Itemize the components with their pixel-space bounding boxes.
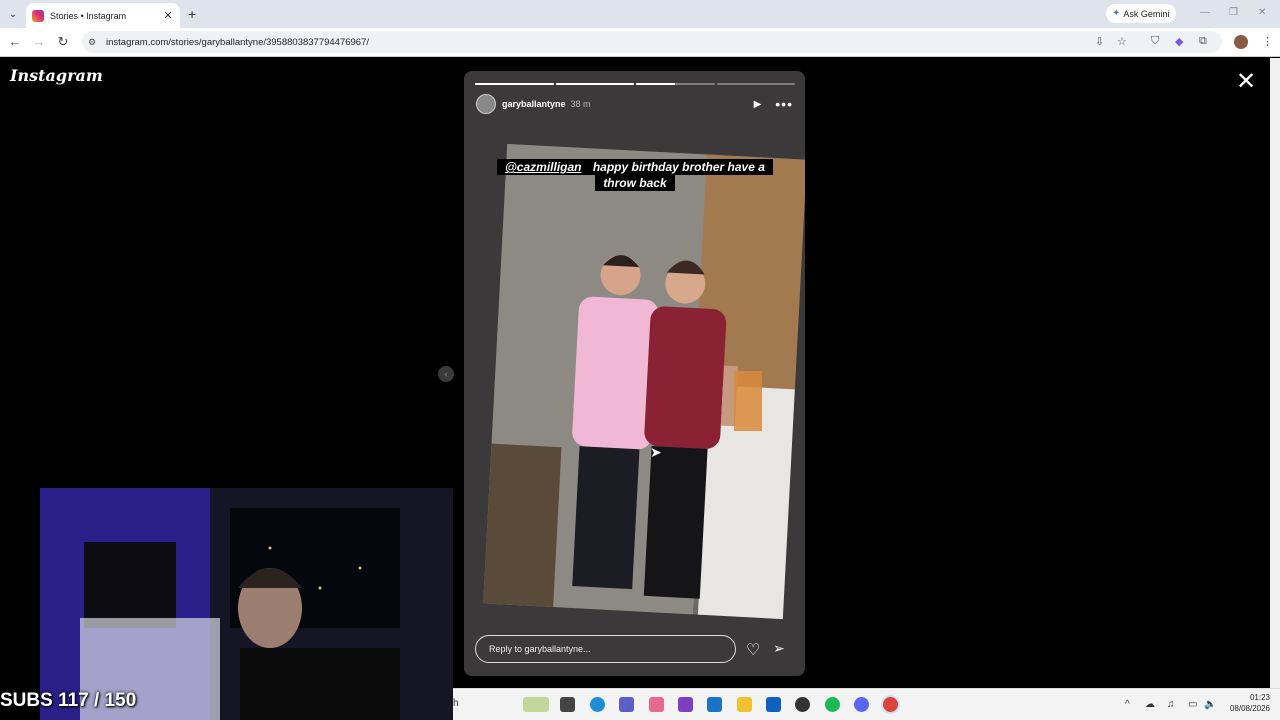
tray-chevron-icon[interactable]: ^ <box>1125 699 1130 710</box>
url-text[interactable]: instagram.com/stories/garyballantyne/395… <box>106 37 369 48</box>
search-box-fragment[interactable]: h <box>453 698 459 709</box>
play-icon[interactable]: ▶ <box>754 99 762 110</box>
story-viewer[interactable]: garyballantyne 38 m ▶ ••• @cazmilligan h… <box>464 71 805 676</box>
story-username[interactable]: garyballantyne <box>502 99 566 109</box>
install-app-icon[interactable]: ⇩ <box>1095 35 1104 48</box>
clock-date: 08/08/2026 <box>1229 704 1270 713</box>
progress-segment <box>636 83 715 85</box>
caption-text: happy birthday brother have a throw back <box>585 159 769 191</box>
reload-icon[interactable]: ↻ <box>55 34 71 50</box>
close-story-icon[interactable]: ✕ <box>1236 70 1256 94</box>
search-highlight-icon[interactable] <box>523 697 549 712</box>
more-options-icon[interactable]: ••• <box>775 96 793 112</box>
back-icon[interactable]: ← <box>7 34 23 49</box>
browser-toolbar: ← → ↻ ⚙ instagram.com/stories/garyballan… <box>0 28 1280 57</box>
user-avatar[interactable] <box>476 94 496 114</box>
window-close-icon[interactable]: ✕ <box>1258 7 1266 18</box>
puzzle-extensions-icon[interactable]: ⧉ <box>1199 35 1207 48</box>
bookmark-star-icon[interactable]: ☆ <box>1117 35 1127 48</box>
progress-segment <box>475 83 554 85</box>
chrome-menu-icon[interactable]: ⋮ <box>1262 35 1273 48</box>
office-icon[interactable] <box>678 697 693 712</box>
tab-title: Stories • Instagram <box>50 10 127 21</box>
new-tab-button[interactable]: + <box>188 6 196 22</box>
page-scrollbar[interactable] <box>1270 58 1280 688</box>
heart-icon[interactable]: ♡ <box>746 640 760 660</box>
minimize-icon[interactable]: — <box>1200 7 1210 18</box>
reply-input[interactable]: Reply to garyballantyne... <box>475 635 736 663</box>
tab-close-icon[interactable]: ✕ <box>162 9 174 22</box>
story-time: 38 m <box>570 99 591 109</box>
extension-icon[interactable]: ◆ <box>1175 35 1183 48</box>
previous-story-icon[interactable]: ‹ <box>438 366 454 382</box>
instagram-favicon-icon <box>32 9 44 22</box>
shield-extension-icon[interactable]: ⛉ <box>1151 35 1159 48</box>
restore-icon[interactable]: ❐ <box>1229 7 1238 18</box>
microphone-icon[interactable]: ♫ <box>1167 699 1175 710</box>
network-icon[interactable]: ▭ <box>1188 699 1197 710</box>
address-bar[interactable]: ⚙ instagram.com/stories/garyballantyne/3… <box>82 31 1222 53</box>
edge-icon[interactable] <box>590 697 605 712</box>
outlook-icon[interactable] <box>707 697 722 712</box>
gemini-icon: ✦ <box>1112 8 1121 19</box>
story-caption: @cazmilligan happy birthday brother have… <box>486 159 784 191</box>
browser-tab[interactable]: Stories • Instagram ✕ <box>26 3 180 28</box>
obs-icon[interactable] <box>795 697 810 712</box>
copilot-icon[interactable] <box>649 697 664 712</box>
ask-gemini-label: Ask Gemini <box>1123 8 1170 19</box>
clock-time: 01:23 <box>1249 693 1270 702</box>
task-view-icon[interactable] <box>560 697 575 712</box>
chrome-icon[interactable] <box>883 697 898 712</box>
story-header: garyballantyne 38 m ▶ ••• <box>476 93 793 115</box>
spotify-icon[interactable] <box>825 697 840 712</box>
profile-avatar[interactable] <box>1234 35 1248 49</box>
subs-counter: SUBS 117 / 150 <box>0 690 137 711</box>
forward-icon[interactable]: → <box>31 34 47 49</box>
onedrive-icon[interactable]: ☁ <box>1145 699 1155 710</box>
progress-segment <box>555 83 634 85</box>
caption-mention[interactable]: @cazmilligan <box>501 159 586 175</box>
store-icon[interactable] <box>766 697 781 712</box>
browser-tab-strip: ⌄ Stories • Instagram ✕ + ✦ Ask Gemini —… <box>0 0 1280 28</box>
tab-search-icon[interactable]: ⌄ <box>4 5 22 23</box>
taskbar: h ^ ☁ ♫ ▭ 🔈 <box>453 688 1280 720</box>
mouse-cursor-icon: ➤ <box>650 444 662 460</box>
send-icon[interactable]: ➢ <box>773 640 785 657</box>
ask-gemini-button[interactable]: ✦ Ask Gemini <box>1106 4 1176 23</box>
progress-segment <box>716 83 795 85</box>
taskbar-clock[interactable]: 01:23 08/08/2026 <box>1200 692 1270 714</box>
discord-icon[interactable] <box>854 697 869 712</box>
file-explorer-icon[interactable] <box>737 697 752 712</box>
site-info-icon[interactable]: ⚙ <box>88 37 104 48</box>
story-progress <box>475 83 795 85</box>
teams-icon[interactable] <box>619 697 634 712</box>
instagram-logo[interactable]: Instagram <box>10 66 103 85</box>
webcam-overlay <box>40 488 453 720</box>
